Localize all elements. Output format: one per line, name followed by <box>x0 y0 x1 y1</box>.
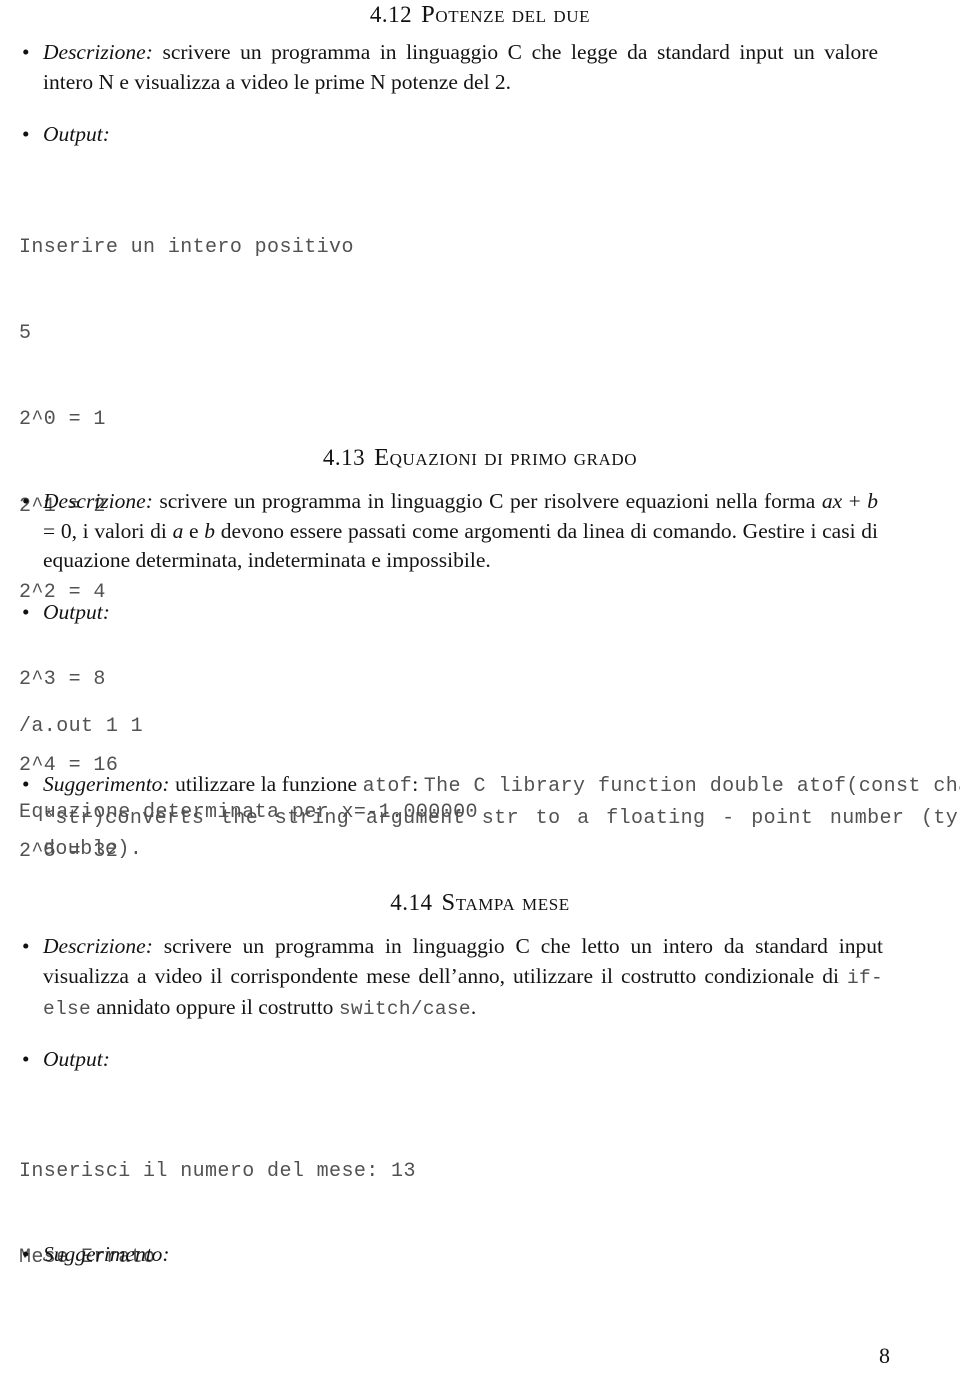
description-text: scrivere un programma in linguaggio C ch… <box>43 40 878 94</box>
description-text: , i valori di <box>71 518 173 543</box>
output-item-4-13: • Output: <box>20 598 543 628</box>
section-title: Stampa mese <box>441 889 570 916</box>
hint-code-description: converts the string argument str to a fl… <box>43 806 960 862</box>
section-number: 4.14 <box>390 890 433 915</box>
bullet-icon: • <box>22 600 30 624</box>
console-line: 5 <box>19 321 32 345</box>
console-line: /a.out 1 1 <box>19 714 144 738</box>
section-title: Equazioni di primo grado <box>374 444 638 471</box>
section-number: 4.12 <box>369 2 413 27</box>
hint-label: Suggerimento: <box>43 1242 170 1266</box>
description-item-4-12: • Descrizione: scrivere un programma in l… <box>20 38 878 97</box>
hint-inline-code-atof: atof <box>362 775 413 798</box>
hint-item-4-14: • Suggerimento: <box>20 1240 443 1270</box>
section-heading-4-12: 4.12 Potenze del due <box>0 1 960 29</box>
description-item-4-14: • Descrizione: scrivere un programma in l… <box>20 932 883 1025</box>
hint-label: Suggerimento: <box>43 772 170 796</box>
inline-code-switch-case: switch/case <box>338 998 471 1020</box>
output-label: Output: <box>43 600 110 624</box>
description-text: scrivere un programma in linguaggio C ch… <box>43 934 883 988</box>
section-heading-4-13: 4.13 Equazioni di primo grado <box>0 444 960 472</box>
hint-item-4-13: • Suggerimento: utilizzare la funzione at… <box>20 770 960 865</box>
variable-a: a <box>172 518 184 543</box>
bullet-icon: • <box>22 489 30 513</box>
hint-text: : <box>412 772 424 796</box>
output-item-4-14: • Output: <box>20 1045 543 1075</box>
formula-ax: ax <box>821 489 843 513</box>
description-text: scrivere un programma in linguaggio C pe… <box>152 489 822 513</box>
console-line: Inserire un intero positivo <box>19 235 354 259</box>
formula-equals-zero: = 0 <box>43 518 72 543</box>
bullet-icon: • <box>22 1047 30 1071</box>
bullet-icon: • <box>22 934 30 958</box>
console-line: 2^0 = 1 <box>19 408 106 432</box>
description-text: annidato oppure il costrutto <box>91 995 339 1019</box>
section-title: Potenze del due <box>421 1 591 28</box>
bullet-icon: • <box>22 1242 30 1266</box>
bullet-icon: • <box>22 772 30 796</box>
description-item-4-13: • Descrizione: scrivere un programma in l… <box>20 487 878 576</box>
section-number: 4.13 <box>322 445 366 470</box>
description-label: Descrizione: <box>43 934 153 958</box>
console-output-4-14: Inserisci il numero del mese: 13 Mese Er… <box>19 1100 579 1330</box>
output-item-4-12: • Output: <box>20 120 543 150</box>
variable-b: b <box>204 518 216 543</box>
output-label: Output: <box>43 122 110 146</box>
description-text: e <box>183 518 205 543</box>
formula-plus: + <box>842 489 868 513</box>
hint-text: utilizzare la funzione <box>169 772 363 796</box>
document-page: 4.12 Potenze del due • Descrizione: scrive… <box>0 0 960 1376</box>
bullet-icon: • <box>22 122 30 146</box>
formula-b: b <box>867 489 878 513</box>
description-text: . <box>470 995 477 1019</box>
description-label: Descrizione: <box>43 40 153 64</box>
console-line: Inserisci il numero del mese: 13 <box>19 1159 416 1183</box>
bullet-icon: • <box>22 40 30 64</box>
section-heading-4-14: 4.14 Stampa mese <box>0 889 960 917</box>
page-number: 8 <box>879 1343 890 1368</box>
output-label: Output: <box>43 1047 110 1071</box>
description-label: Descrizione: <box>43 489 153 513</box>
